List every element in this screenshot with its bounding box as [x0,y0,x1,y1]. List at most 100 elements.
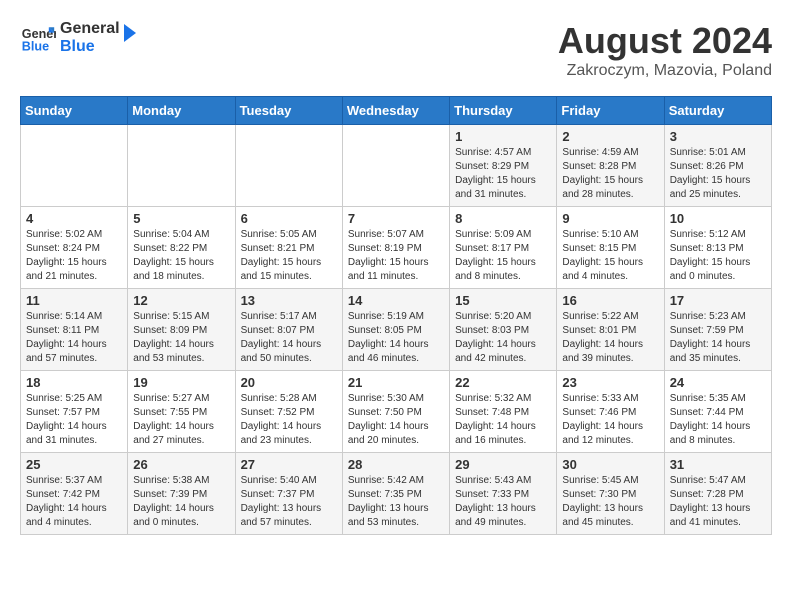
day-number: 3 [670,129,766,144]
calendar-cell: 16Sunrise: 5:22 AM Sunset: 8:01 PM Dayli… [557,289,664,371]
calendar-cell: 15Sunrise: 5:20 AM Sunset: 8:03 PM Dayli… [450,289,557,371]
day-number: 4 [26,211,122,226]
day-number: 27 [241,457,337,472]
weekday-header-saturday: Saturday [664,97,771,125]
day-number: 8 [455,211,551,226]
calendar-cell: 10 Sunrise: 5:12 AM Sunset: 8:13 PM Dayli… [664,207,771,289]
weekday-header-sunday: Sunday [21,97,128,125]
day-info: Sunrise: 5:45 AM Sunset: 7:30 PM Dayligh… [562,474,658,530]
day-info: Sunrise: 5:15 AM Sunset: 8:09 PM Dayligh… [133,310,229,366]
logo-arrow-icon [116,22,138,44]
calendar-cell [342,125,449,207]
calendar-cell: 13 Sunrise: 5:17 AM Sunset: 8:07 PM Dayli… [235,289,342,371]
day-info: Sunrise: 4:57 AM Sunset: 8:29 PM Dayligh… [455,146,551,202]
day-info: Sunrise: 5:07 AM Sunset: 8:19 PM Dayligh… [348,228,444,284]
day-info: Sunrise: 5:23 AM Sunset: 7:59 PM Dayligh… [670,310,766,366]
svg-text:Blue: Blue [22,40,49,54]
page-header: General Blue General Blue August 2024 Za… [20,20,772,80]
day-number: 24 [670,375,766,390]
day-number: 20 [241,375,337,390]
calendar-cell: 24 Sunrise: 5:35 AM Sunset: 7:44 PM Dayli… [664,371,771,453]
calendar-cell: 17 Sunrise: 5:23 AM Sunset: 7:59 PM Dayli… [664,289,771,371]
day-info: Sunrise: 5:30 AM Sunset: 7:50 PM Dayligh… [348,392,444,448]
day-info: Sunrise: 5:28 AM Sunset: 7:52 PM Dayligh… [241,392,337,448]
calendar-cell: 4 Sunrise: 5:02 AM Sunset: 8:24 PM Daylig… [21,207,128,289]
day-number: 2 [562,129,658,144]
day-info: Sunrise: 5:10 AM Sunset: 8:15 PM Dayligh… [562,228,658,284]
calendar-cell: 11 Sunrise: 5:14 AM Sunset: 8:11 PM Dayli… [21,289,128,371]
day-info: Sunrise: 5:14 AM Sunset: 8:11 PM Dayligh… [26,310,122,366]
day-number: 11 [26,293,122,308]
calendar-cell: 2Sunrise: 4:59 AM Sunset: 8:28 PM Daylig… [557,125,664,207]
calendar-cell: 9 Sunrise: 5:10 AM Sunset: 8:15 PM Daylig… [557,207,664,289]
day-info: Sunrise: 5:04 AM Sunset: 8:22 PM Dayligh… [133,228,229,284]
day-info: Sunrise: 5:19 AM Sunset: 8:05 PM Dayligh… [348,310,444,366]
calendar-cell: 19 Sunrise: 5:27 AM Sunset: 7:55 PM Dayli… [128,371,235,453]
day-info: Sunrise: 5:27 AM Sunset: 7:55 PM Dayligh… [133,392,229,448]
calendar-cell: 12 Sunrise: 5:15 AM Sunset: 8:09 PM Dayli… [128,289,235,371]
day-number: 31 [670,457,766,472]
calendar-cell: 5Sunrise: 5:04 AM Sunset: 8:22 PM Daylig… [128,207,235,289]
weekday-header-thursday: Thursday [450,97,557,125]
calendar-cell: 8Sunrise: 5:09 AM Sunset: 8:17 PM Daylig… [450,207,557,289]
day-number: 18 [26,375,122,390]
day-info: Sunrise: 5:43 AM Sunset: 7:33 PM Dayligh… [455,474,551,530]
calendar-table: SundayMondayTuesdayWednesdayThursdayFrid… [20,96,772,535]
day-number: 19 [133,375,229,390]
calendar-cell: 21 Sunrise: 5:30 AM Sunset: 7:50 PM Dayli… [342,371,449,453]
day-info: Sunrise: 5:33 AM Sunset: 7:46 PM Dayligh… [562,392,658,448]
day-info: Sunrise: 5:35 AM Sunset: 7:44 PM Dayligh… [670,392,766,448]
calendar-cell: 27 Sunrise: 5:40 AM Sunset: 7:37 PM Dayli… [235,453,342,535]
title-block: August 2024 Zakroczym, Mazovia, Poland [558,20,772,80]
day-info: Sunrise: 5:22 AM Sunset: 8:01 PM Dayligh… [562,310,658,366]
weekday-header-wednesday: Wednesday [342,97,449,125]
calendar-cell: 20 Sunrise: 5:28 AM Sunset: 7:52 PM Dayli… [235,371,342,453]
day-number: 23 [562,375,658,390]
calendar-cell: 18Sunrise: 5:25 AM Sunset: 7:57 PM Dayli… [21,371,128,453]
day-info: Sunrise: 5:17 AM Sunset: 8:07 PM Dayligh… [241,310,337,366]
day-info: Sunrise: 5:01 AM Sunset: 8:26 PM Dayligh… [670,146,766,202]
calendar-cell: 1 Sunrise: 4:57 AM Sunset: 8:29 PM Daylig… [450,125,557,207]
calendar-cell: 14 Sunrise: 5:19 AM Sunset: 8:05 PM Dayli… [342,289,449,371]
calendar-cell [235,125,342,207]
weekday-header-friday: Friday [557,97,664,125]
day-info: Sunrise: 5:05 AM Sunset: 8:21 PM Dayligh… [241,228,337,284]
calendar-week-row: 1 Sunrise: 4:57 AM Sunset: 8:29 PM Daylig… [21,125,772,207]
calendar-title: August 2024 [558,20,772,62]
day-info: Sunrise: 5:42 AM Sunset: 7:35 PM Dayligh… [348,474,444,530]
logo-general: General [60,20,120,38]
day-number: 14 [348,293,444,308]
day-number: 22 [455,375,551,390]
calendar-cell: 25 Sunrise: 5:37 AM Sunset: 7:42 PM Dayli… [21,453,128,535]
calendar-cell: 3 Sunrise: 5:01 AM Sunset: 8:26 PM Daylig… [664,125,771,207]
calendar-cell [21,125,128,207]
day-number: 9 [562,211,658,226]
calendar-cell: 22 Sunrise: 5:32 AM Sunset: 7:48 PM Dayli… [450,371,557,453]
day-number: 10 [670,211,766,226]
day-number: 13 [241,293,337,308]
day-number: 17 [670,293,766,308]
logo-icon: General Blue [20,20,56,56]
day-number: 12 [133,293,229,308]
day-info: Sunrise: 5:37 AM Sunset: 7:42 PM Dayligh… [26,474,122,530]
day-number: 7 [348,211,444,226]
day-number: 29 [455,457,551,472]
logo-blue: Blue [60,38,120,56]
calendar-week-row: 25 Sunrise: 5:37 AM Sunset: 7:42 PM Dayli… [21,453,772,535]
day-info: Sunrise: 5:47 AM Sunset: 7:28 PM Dayligh… [670,474,766,530]
day-info: Sunrise: 5:32 AM Sunset: 7:48 PM Dayligh… [455,392,551,448]
day-info: Sunrise: 5:12 AM Sunset: 8:13 PM Dayligh… [670,228,766,284]
calendar-week-row: 11 Sunrise: 5:14 AM Sunset: 8:11 PM Dayli… [21,289,772,371]
day-number: 1 [455,129,551,144]
calendar-cell: 23 Sunrise: 5:33 AM Sunset: 7:46 PM Dayli… [557,371,664,453]
day-number: 21 [348,375,444,390]
calendar-cell: 6Sunrise: 5:05 AM Sunset: 8:21 PM Daylig… [235,207,342,289]
weekday-header-row: SundayMondayTuesdayWednesdayThursdayFrid… [21,97,772,125]
weekday-header-monday: Monday [128,97,235,125]
calendar-cell: 29 Sunrise: 5:43 AM Sunset: 7:33 PM Dayli… [450,453,557,535]
day-info: Sunrise: 5:40 AM Sunset: 7:37 PM Dayligh… [241,474,337,530]
calendar-cell [128,125,235,207]
day-number: 30 [562,457,658,472]
day-number: 25 [26,457,122,472]
day-info: Sunrise: 5:02 AM Sunset: 8:24 PM Dayligh… [26,228,122,284]
